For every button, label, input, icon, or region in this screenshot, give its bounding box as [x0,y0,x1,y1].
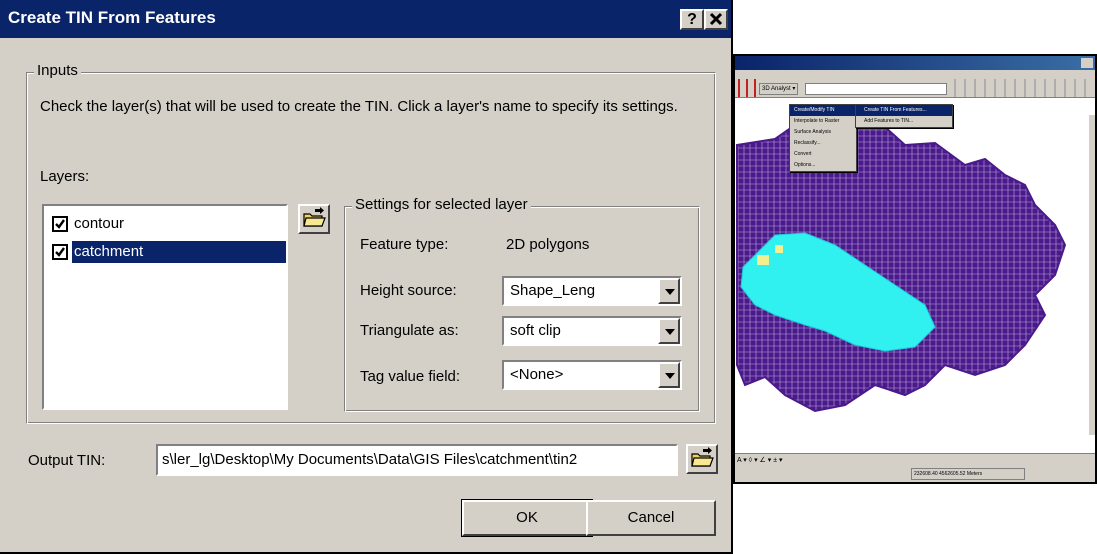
background-window-controls[interactable] [1081,58,1093,68]
check-icon [55,219,65,229]
background-toolbar-icons-right [949,79,1089,97]
background-arcmap-window: 3D Analyst ▾ Create/Modify TIN Interpola… [733,54,1097,484]
menu-item-interpolate[interactable]: Interpolate to Raster [790,116,856,127]
menu-item-options[interactable]: Options... [790,160,856,171]
menu-item-create-modify-tin[interactable]: Create/Modify TIN [790,105,856,116]
background-toolbar-icons [735,79,757,97]
layer-item-contour[interactable]: contour [48,212,286,236]
open-folder-icon [303,207,326,227]
create-tin-dialog: Create TIN From Features ? Inputs Check … [0,0,733,554]
submenu-create-tin-from-features[interactable]: Create TIN From Features... [856,105,952,116]
triangulate-label: Triangulate as: [360,322,459,339]
open-folder-icon [691,447,714,467]
layer-name: catchment [72,241,286,263]
background-menu-bar [735,70,1095,79]
tag-value-dropdown[interactable]: <None> [502,360,682,390]
height-source-dropdown[interactable]: Shape_Leng [502,276,682,306]
inputs-group-label: Inputs [34,62,81,79]
settings-group-label: Settings for selected layer [352,196,531,213]
create-modify-tin-submenu: Create TIN From Features... Add Features… [855,104,953,128]
layers-label: Layers: [40,168,90,185]
output-tin-label: Output TIN: [28,452,106,469]
ok-button[interactable]: OK [461,499,593,537]
close-button[interactable] [704,9,728,30]
height-source-label: Height source: [360,282,457,299]
feature-type-value: 2D polygons [506,236,590,253]
check-icon [55,247,65,257]
background-toolbar: 3D Analyst ▾ [735,79,1095,98]
tag-value-label: Tag value field: [360,368,461,385]
instructions-text: Check the layer(s) that will be used to … [40,98,678,115]
help-button[interactable]: ? [680,9,704,30]
layer-checkbox-contour[interactable] [52,216,68,232]
chevron-down-icon[interactable] [658,362,680,388]
menu-item-surface-analysis[interactable]: Surface Analysis [790,127,856,138]
height-source-value: Shape_Leng [510,282,596,299]
layers-listbox[interactable]: contour catchment [42,204,288,410]
triangulate-dropdown[interactable]: soft clip [502,316,682,346]
add-layer-button[interactable] [298,204,330,234]
background-title-bar [735,56,1095,70]
output-tin-field[interactable]: s\ler_lg\Desktop\My Documents\Data\GIS F… [156,444,678,476]
menu-item-reclassify[interactable]: Reclassify... [790,138,856,149]
dialog-title: Create TIN From Features [8,8,216,27]
triangulate-value: soft clip [510,322,561,339]
layer-name: contour [74,215,125,232]
feature-type-label: Feature type: [360,236,449,253]
tag-value-value: <None> [510,366,564,383]
browse-output-button[interactable] [686,444,718,474]
map-scrollbar[interactable] [1089,115,1095,435]
layer-item-catchment[interactable]: catchment [48,240,286,264]
dialog-title-bar[interactable]: Create TIN From Features ? [0,0,731,38]
layer-combo[interactable] [805,83,947,95]
3d-analyst-dropdown: Create/Modify TIN Interpolate to Raster … [789,104,857,172]
cancel-button[interactable]: Cancel [586,500,716,536]
layer-checkbox-catchment[interactable] [52,244,68,260]
background-status-bar: A ▾ ◊ ▾ ∠ ▾ ± ▾ 232608.40 4562605.52 Met… [735,453,1095,482]
chevron-down-icon[interactable] [658,278,680,304]
menu-item-convert[interactable]: Convert [790,149,856,160]
3d-analyst-menu-button[interactable]: 3D Analyst ▾ [759,83,799,95]
close-icon [709,12,723,26]
coordinate-readout: 232608.40 4562605.52 Meters [911,468,1025,480]
submenu-add-features-to-tin[interactable]: Add Features to TIN... [856,116,952,127]
draw-toolbar[interactable]: A ▾ ◊ ▾ ∠ ▾ ± ▾ [737,456,783,464]
chevron-down-icon[interactable] [658,318,680,344]
